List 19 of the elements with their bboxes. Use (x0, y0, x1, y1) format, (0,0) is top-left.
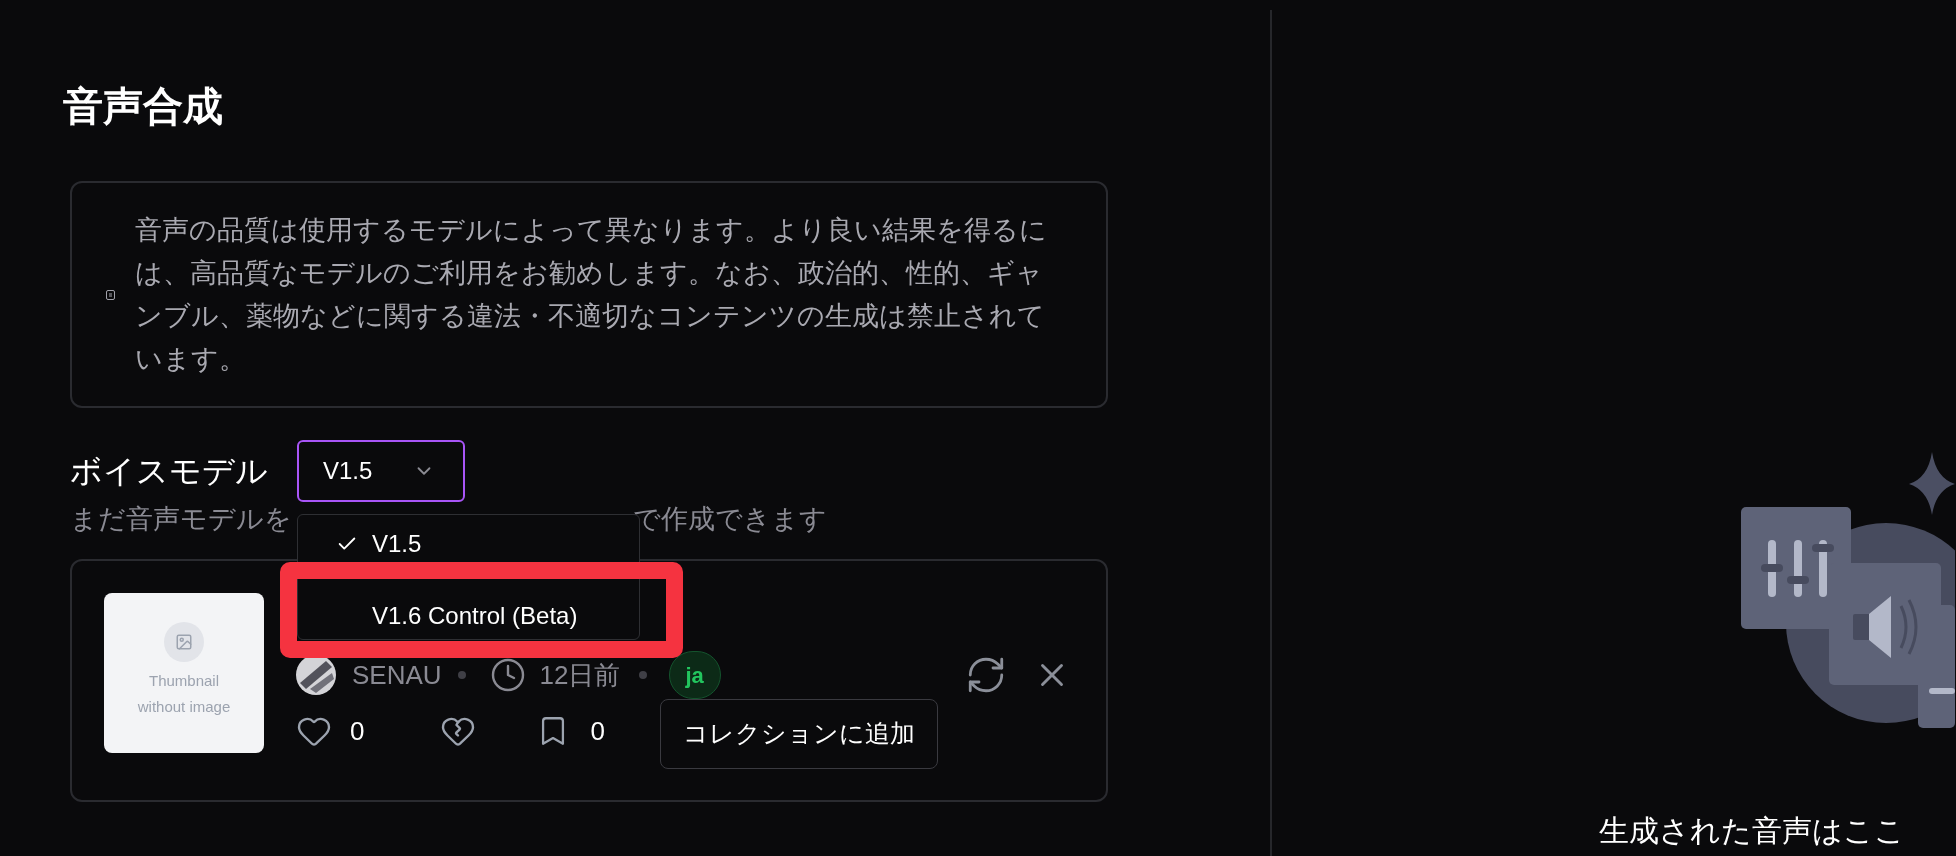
model-select[interactable]: V1.5 (297, 440, 465, 502)
voice-model-label: ボイスモデル (70, 452, 269, 491)
like-count: 0 (350, 714, 365, 748)
thumbnail-caption: Thumbnail (148, 671, 219, 691)
image-icon (164, 622, 204, 662)
notice-text: 音声の品質は使用するモデルによって異なります。より良い結果を得るには、高品質なモデルのご利用をお勧めします。なお、政治的、性的、ギャンブル、薬物などに関する違法・不適切なコンテンツの生成は禁止されています。 (135, 213, 1048, 376)
thumbnail-caption: without image (137, 697, 231, 717)
tooltip: コレクションに追加 (660, 699, 938, 769)
author-name: SENAU (352, 658, 442, 692)
hint-text: まだ音声モデルを (70, 502, 293, 536)
note-icon (106, 289, 115, 300)
created-time: 12日前 (539, 658, 621, 692)
avatar (296, 655, 336, 695)
language-badge: ja (668, 651, 721, 699)
empty-state-message: 生成された音声はここ (1599, 813, 1906, 849)
menu-item[interactable]: V1.6 Control (Beta) (310, 598, 639, 634)
bookmark-count: 0 (590, 714, 605, 748)
clock-icon (489, 657, 526, 693)
page-title: 音声合成 (63, 83, 223, 130)
